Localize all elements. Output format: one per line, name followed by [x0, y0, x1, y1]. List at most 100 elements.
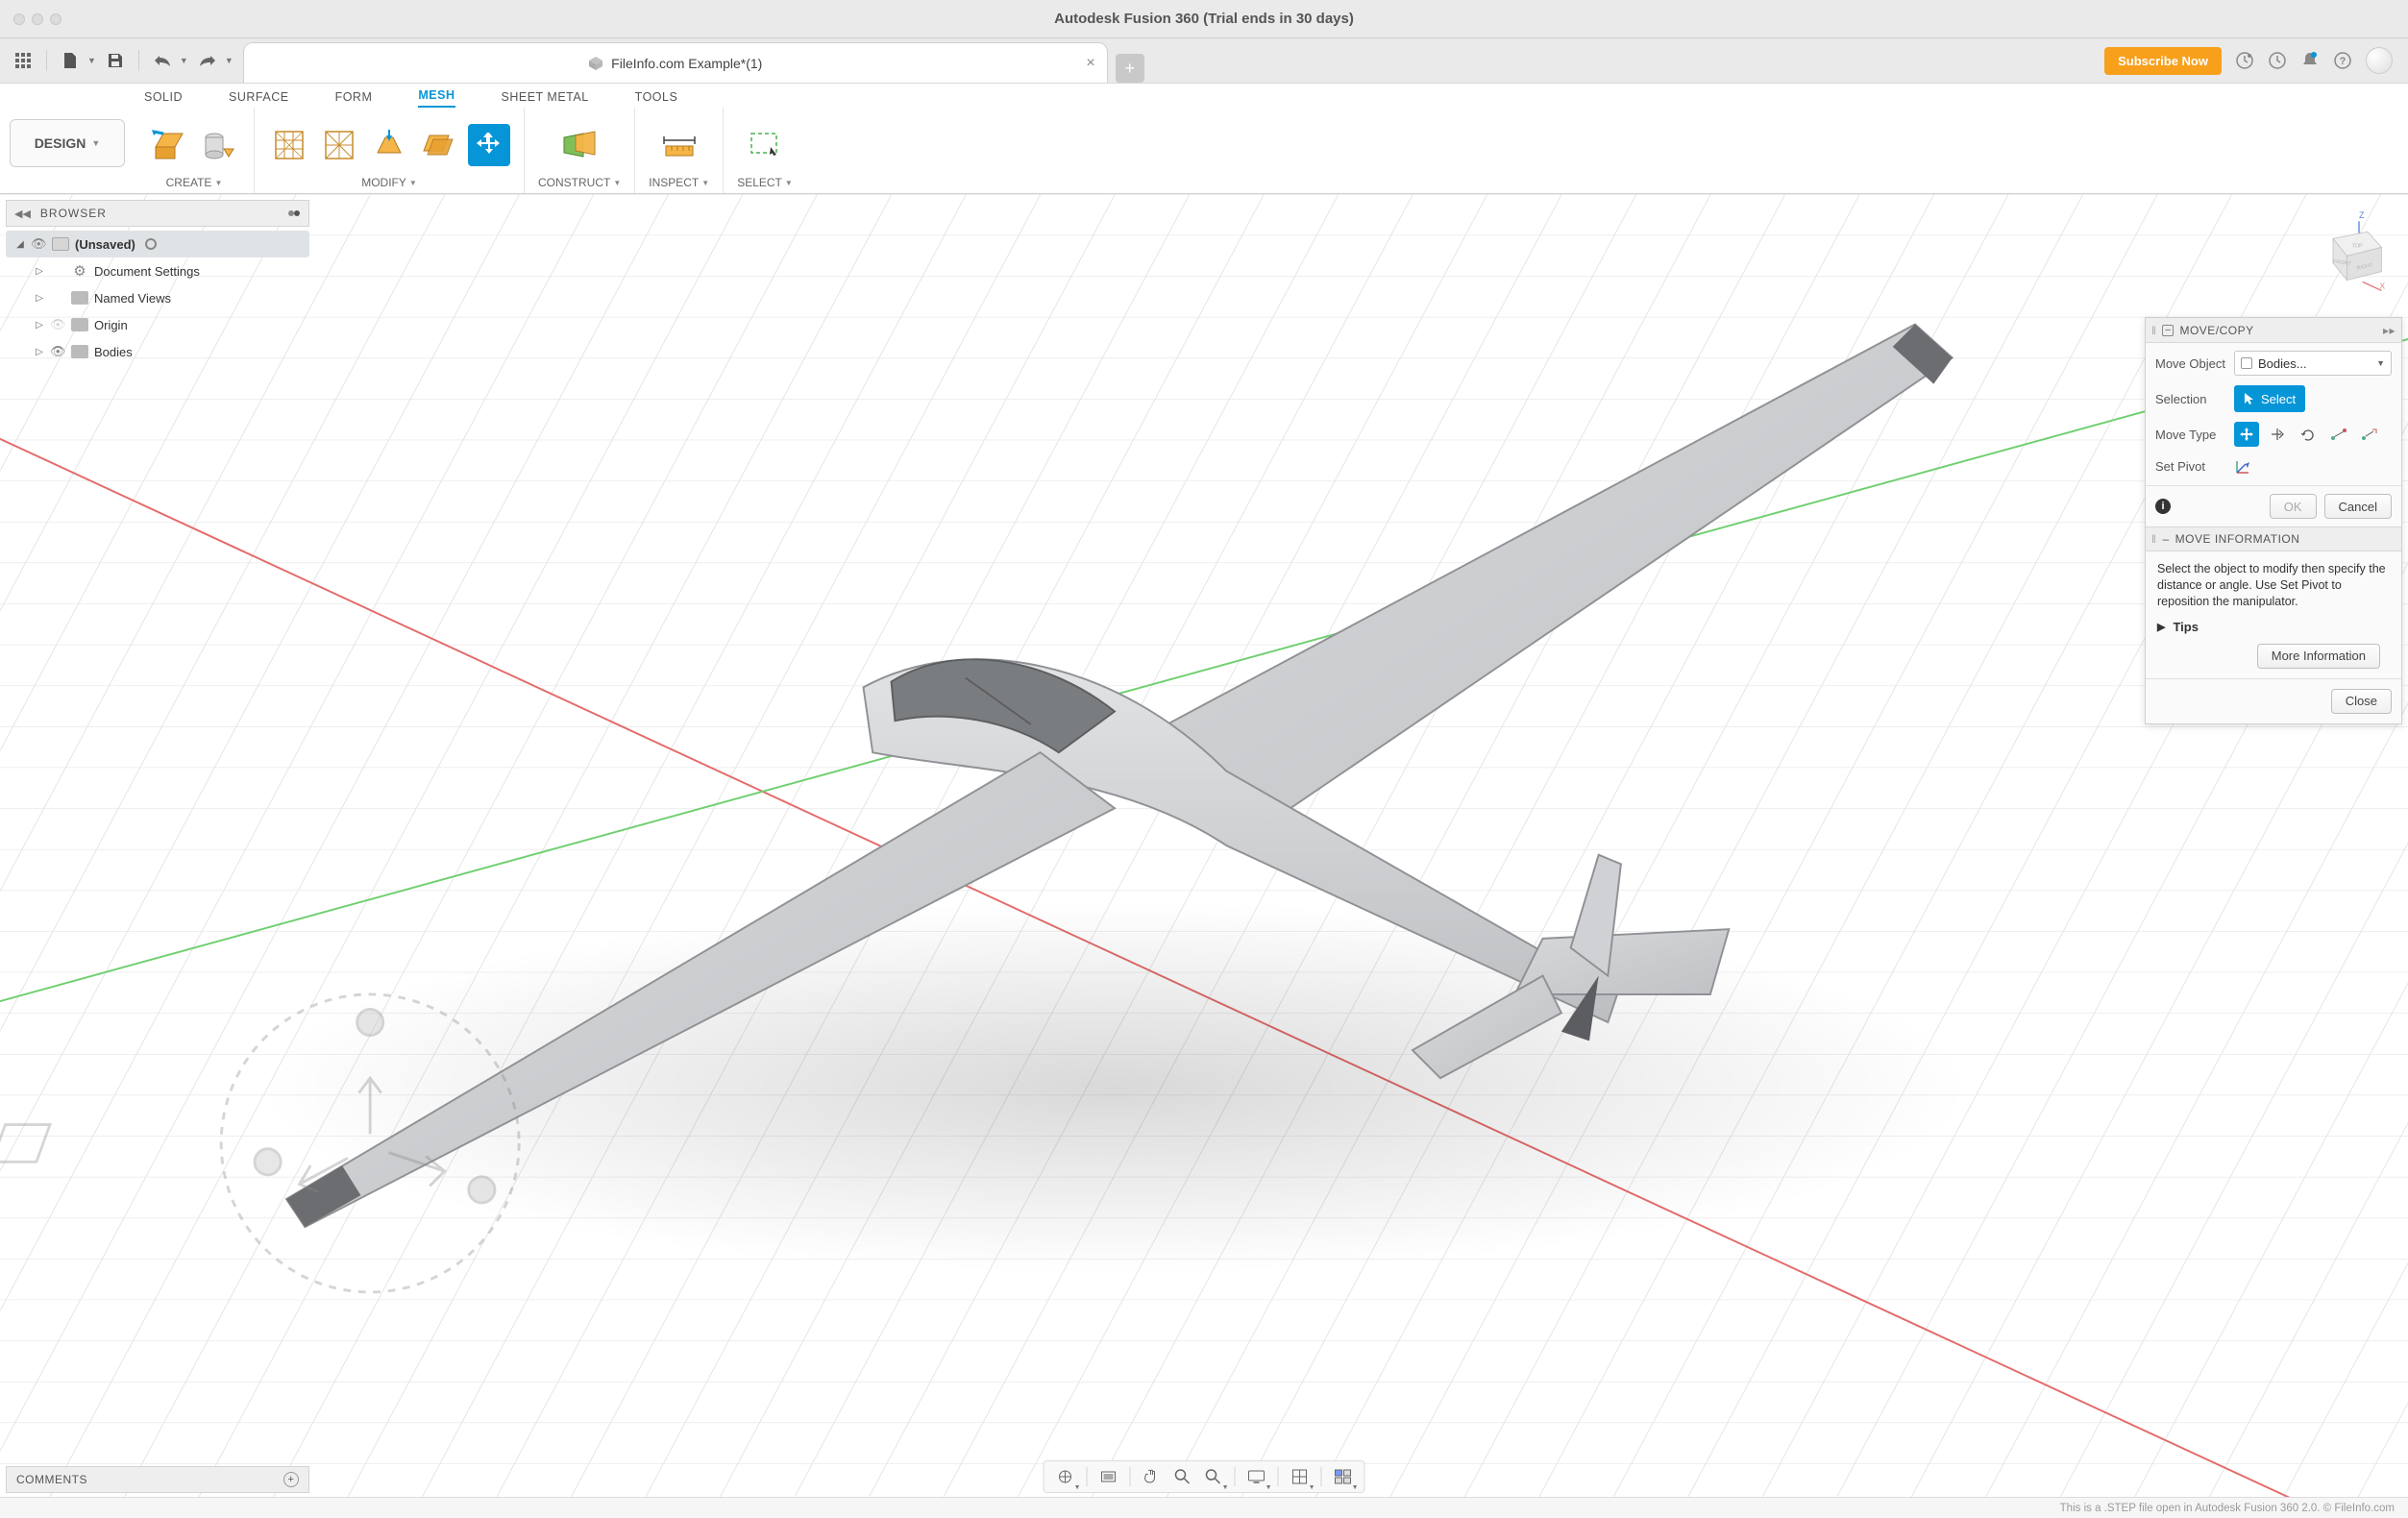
browser-item-origin[interactable]: ▷ 👁 Origin: [6, 311, 309, 338]
move-type-free[interactable]: [2234, 422, 2259, 447]
viewport[interactable]: ◀◀ BROWSER ◢ 👁 (Unsaved) ▷ ⚙ Document Se…: [0, 194, 2408, 1497]
help-icon[interactable]: ?: [2333, 51, 2352, 70]
browser-item-named-views[interactable]: ▷ Named Views: [6, 284, 309, 311]
job-status-icon[interactable]: [2268, 51, 2287, 70]
close-tab-icon[interactable]: ×: [1086, 55, 1094, 72]
move-type-point-to-point[interactable]: [2326, 422, 2351, 447]
collapse-icon[interactable]: –: [2162, 532, 2169, 546]
save-icon[interactable]: [102, 47, 129, 74]
move-type-rotate[interactable]: [2296, 422, 2321, 447]
zoom-icon[interactable]: [1169, 1463, 1196, 1490]
construct-plane-icon[interactable]: [558, 124, 601, 166]
browser-item-document-settings[interactable]: ▷ ⚙ Document Settings: [6, 257, 309, 284]
orbit-icon[interactable]: ▼: [1052, 1463, 1079, 1490]
move-copy-header[interactable]: ‖ – MOVE/COPY ▸▸: [2146, 318, 2401, 343]
tips-disclosure[interactable]: ▶Tips: [2157, 620, 2390, 634]
close-button[interactable]: Close: [2331, 689, 2392, 714]
redo-caret-icon[interactable]: ▼: [225, 56, 233, 65]
move-information-header[interactable]: ‖ – MOVE INFORMATION: [2146, 526, 2401, 551]
zoom-window-icon[interactable]: [50, 13, 61, 25]
visibility-icon[interactable]: 👁: [50, 344, 65, 359]
move-copy-icon[interactable]: [468, 124, 510, 166]
move-object-dropdown[interactable]: Bodies... ▼: [2234, 351, 2392, 376]
viewcube-top[interactable]: TOP: [2352, 243, 2363, 249]
folder-icon: [71, 291, 88, 305]
select-window-icon[interactable]: [744, 124, 786, 166]
undo-icon[interactable]: [149, 47, 176, 74]
ribbon-tab-form[interactable]: FORM: [335, 90, 373, 108]
grid-settings-icon[interactable]: ▼: [1287, 1463, 1314, 1490]
move-type-point-to-position[interactable]: [2357, 422, 2382, 447]
user-avatar[interactable]: [2366, 47, 2393, 74]
redo-icon[interactable]: [194, 47, 221, 74]
ribbon-tab-sheet-metal[interactable]: SHEET METAL: [502, 90, 589, 108]
model-canvas[interactable]: [0, 194, 2408, 1497]
ribbon-group-create-label[interactable]: CREATE: [166, 176, 212, 189]
plane-cut-icon[interactable]: [368, 124, 410, 166]
browser-root[interactable]: ◢ 👁 (Unsaved): [6, 231, 309, 257]
viewcube[interactable]: Z TOP FRONT RIGHT X: [2298, 208, 2385, 294]
create-mesh-icon[interactable]: [148, 124, 190, 166]
tree-twisty-icon[interactable]: ▷: [35, 320, 44, 331]
comments-bar[interactable]: COMMENTS +: [6, 1466, 309, 1493]
ribbon-tab-surface[interactable]: SURFACE: [229, 90, 289, 108]
zoom-window-icon[interactable]: ▼: [1200, 1463, 1227, 1490]
workspace-switcher[interactable]: DESIGN▼: [10, 119, 125, 167]
extensions-icon[interactable]: [2235, 51, 2254, 70]
close-window-icon[interactable]: [13, 13, 25, 25]
data-panel-icon[interactable]: [10, 47, 37, 74]
ribbon-group-select-label[interactable]: SELECT: [737, 176, 782, 189]
browser-panel: ◀◀ BROWSER ◢ 👁 (Unsaved) ▷ ⚙ Document Se…: [6, 200, 309, 369]
file-menu-icon[interactable]: [57, 47, 84, 74]
reverse-normal-icon[interactable]: [418, 124, 460, 166]
ribbon-tab-mesh[interactable]: MESH: [418, 88, 455, 108]
info-icon[interactable]: i: [2155, 499, 2171, 514]
panel-pin-icon[interactable]: ▸▸: [2383, 324, 2396, 337]
browser-settings-icon[interactable]: [287, 207, 301, 220]
pan-icon[interactable]: [1139, 1463, 1166, 1490]
window-traffic-lights[interactable]: [0, 13, 61, 25]
remesh-icon[interactable]: [268, 124, 310, 166]
ribbon-group-modify-label[interactable]: MODIFY: [361, 176, 406, 189]
tree-twisty-icon[interactable]: ▷: [35, 347, 44, 357]
tree-twisty-icon[interactable]: ◢: [15, 239, 25, 250]
tree-twisty-icon[interactable]: ▷: [35, 266, 44, 277]
status-bar: This is a .STEP file open in Autodesk Fu…: [0, 1497, 2408, 1518]
browser-item-bodies[interactable]: ▷ 👁 Bodies: [6, 338, 309, 365]
browser-tree: ◢ 👁 (Unsaved) ▷ ⚙ Document Settings ▷ Na…: [6, 227, 309, 369]
set-pivot-button[interactable]: [2234, 456, 2253, 476]
ribbon-group-construct: CONSTRUCT▼: [525, 108, 635, 193]
ribbon-group-inspect-label[interactable]: INSPECT: [649, 176, 699, 189]
add-comment-icon[interactable]: +: [283, 1472, 299, 1487]
ribbon-group-construct-label[interactable]: CONSTRUCT: [538, 176, 610, 189]
select-button[interactable]: Select: [2234, 385, 2305, 412]
undo-caret-icon[interactable]: ▼: [180, 56, 188, 65]
visibility-off-icon[interactable]: 👁: [50, 317, 65, 332]
set-pivot-label: Set Pivot: [2155, 459, 2234, 474]
notifications-icon[interactable]: [2300, 51, 2320, 70]
document-tab[interactable]: FileInfo.com Example*(1) ×: [243, 42, 1108, 83]
reduce-icon[interactable]: [318, 124, 360, 166]
move-type-translate[interactable]: [2265, 422, 2290, 447]
new-tab-button[interactable]: +: [1116, 54, 1144, 83]
ribbon-tab-tools[interactable]: TOOLS: [635, 90, 678, 108]
browser-item-label: Origin: [94, 318, 128, 332]
ribbon-tab-solid[interactable]: SOLID: [144, 90, 183, 108]
display-settings-icon[interactable]: ▼: [1243, 1463, 1270, 1490]
tree-twisty-icon[interactable]: ▷: [35, 293, 44, 304]
look-at-icon[interactable]: [1095, 1463, 1122, 1490]
collapse-icon[interactable]: –: [2162, 325, 2174, 336]
subscribe-button[interactable]: Subscribe Now: [2104, 47, 2222, 75]
browser-header[interactable]: ◀◀ BROWSER: [6, 200, 309, 227]
browser-collapse-icon[interactable]: ◀◀: [14, 208, 31, 220]
file-menu-caret-icon[interactable]: ▼: [87, 56, 96, 65]
insert-mesh-icon[interactable]: [198, 124, 240, 166]
cancel-button[interactable]: Cancel: [2324, 494, 2392, 519]
more-information-button[interactable]: More Information: [2257, 644, 2380, 669]
measure-icon[interactable]: [658, 124, 700, 166]
minimize-window-icon[interactable]: [32, 13, 43, 25]
visibility-icon[interactable]: 👁: [31, 236, 46, 252]
move-information-text: Select the object to modify then specify…: [2157, 561, 2390, 610]
activate-radio-icon[interactable]: [145, 238, 157, 250]
viewport-layout-icon[interactable]: ▼: [1330, 1463, 1357, 1490]
